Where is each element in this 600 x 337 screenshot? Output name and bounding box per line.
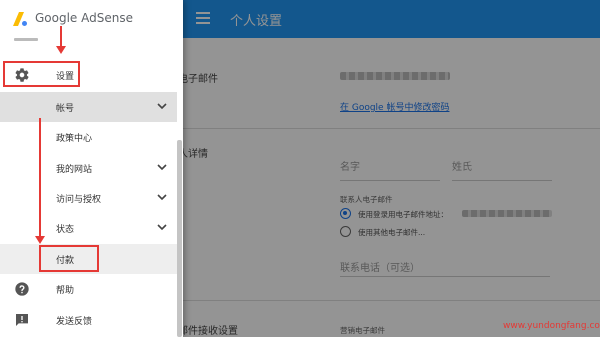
sidebar-item-account[interactable]: 帐号 [0,92,177,122]
chevron-down-icon [157,103,167,110]
sidebar-item-help[interactable]: 帮助 [0,274,177,304]
sidebar-item-label: 发送反馈 [56,317,93,327]
annotation-arrowhead-1 [56,46,66,54]
chevron-down-icon [157,224,167,231]
sidebar-item-label: 我的网站 [56,165,93,175]
sidebar-item-feedback[interactable]: 发送反馈 [0,305,177,335]
annotation-box-settings [3,61,80,87]
adsense-logo-icon [13,12,27,26]
account-indicator [14,38,38,41]
annotation-box-payments [39,245,99,272]
logo-text: Google AdSense [35,11,133,25]
sidebar-item-my-sites[interactable]: 我的网站 [0,153,177,183]
annotation-arrow-1 [60,26,62,48]
annotation-arrow-2 [39,118,41,238]
sidebar-item-label: 访问与授权 [56,195,102,205]
sidebar-item-access[interactable]: 访问与授权 [0,183,177,213]
sidebar-item-label: 帐号 [56,104,75,114]
chevron-down-icon [157,164,167,171]
sidebar-item-label: 帮助 [56,286,75,296]
drawer-scrollbar[interactable] [177,140,182,337]
nav-drawer: Google AdSense 设置 帐号 政策中心 我的网站 访问与授权 状态 … [0,0,183,337]
help-icon [15,282,29,296]
sidebar-item-label: 状态 [56,225,75,235]
sidebar-item-status[interactable]: 状态 [0,213,177,243]
logo-row: Google AdSense [0,0,183,38]
annotation-arrowhead-2 [35,236,45,244]
watermark: www.yundongfang.com [503,321,600,331]
feedback-icon [16,314,28,326]
sidebar-item-policy-center[interactable]: 政策中心 [0,122,177,152]
sidebar-item-label: 政策中心 [56,134,93,144]
chevron-down-icon [157,194,167,201]
